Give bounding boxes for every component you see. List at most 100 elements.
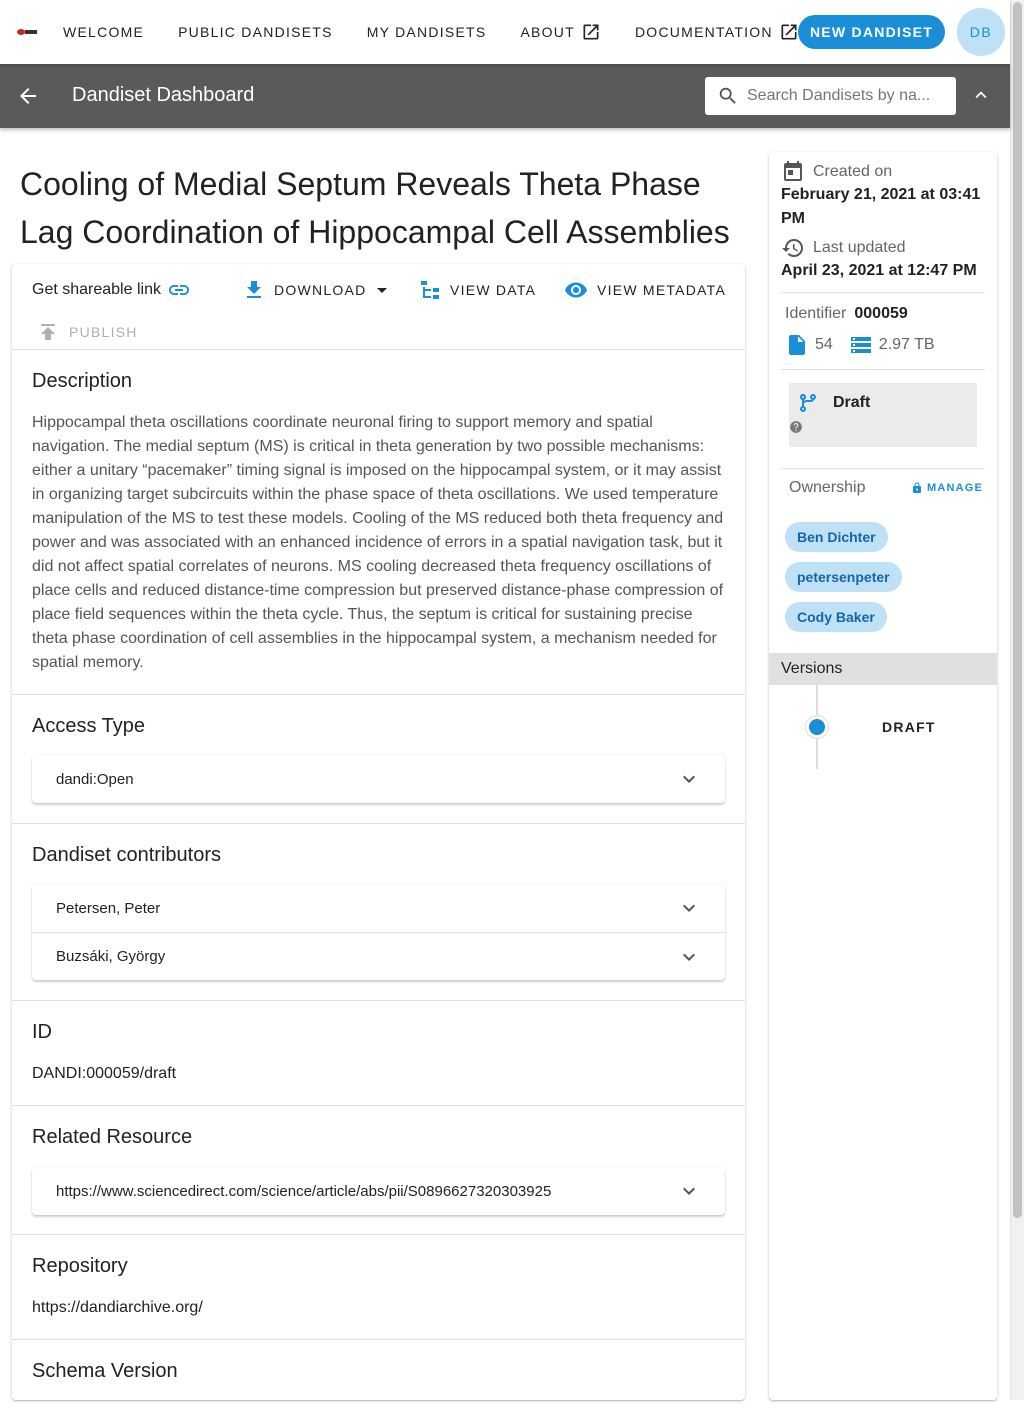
stats-row: 54 2.97 TB bbox=[785, 333, 935, 357]
id-section: ID DANDI:000059/draft bbox=[12, 1001, 745, 1106]
divider bbox=[781, 292, 985, 293]
related-resource-panel[interactable]: https://www.sciencedirect.com/science/ar… bbox=[32, 1167, 725, 1215]
repository-value[interactable]: https://dandiarchive.org/ bbox=[32, 1299, 725, 1317]
eye-icon bbox=[565, 282, 587, 298]
chevron-up-icon[interactable] bbox=[970, 84, 992, 111]
view-data-label: VIEW DATA bbox=[450, 282, 537, 298]
dashboard-toolbar: Dandiset Dashboard bbox=[0, 64, 1010, 128]
download-icon bbox=[247, 281, 261, 298]
nav-welcome[interactable]: WELCOME bbox=[46, 0, 161, 64]
contributor-row[interactable]: Buzsáki, György bbox=[32, 932, 725, 980]
access-type-panel[interactable]: dandi:Open bbox=[32, 755, 725, 803]
repository-section: Repository https://dandiarchive.org/ bbox=[12, 1235, 745, 1340]
version-status-panel: Draft bbox=[789, 383, 977, 447]
download-label: DOWNLOAD bbox=[274, 282, 367, 298]
repository-heading: Repository bbox=[32, 1255, 128, 1277]
contributor-row[interactable]: Petersen, Peter bbox=[32, 884, 725, 932]
owner-chip: Ben Dichter bbox=[785, 522, 888, 552]
contributor-name: Petersen, Peter bbox=[56, 899, 161, 917]
access-type-section: Access Type dandi:Open bbox=[12, 695, 745, 824]
dandiset-details-card: Get shareable link DOWNLOAD VIEW DATA VI… bbox=[12, 264, 745, 1400]
schema-version-section: Schema Version bbox=[12, 1340, 745, 1420]
toolbar-title: Dandiset Dashboard bbox=[72, 84, 255, 106]
version-draft-button[interactable]: DRAFT bbox=[882, 719, 936, 735]
storage-icon bbox=[850, 337, 871, 353]
access-type-value: dandi:Open bbox=[56, 770, 134, 788]
file-icon bbox=[789, 335, 805, 355]
search-icon bbox=[719, 87, 736, 104]
updated-value: April 23, 2021 at 12:47 PM bbox=[781, 262, 977, 279]
publish-button[interactable]: PUBLISH bbox=[36, 320, 138, 344]
back-arrow-icon[interactable] bbox=[16, 84, 40, 113]
access-type-row[interactable]: dandi:Open bbox=[32, 755, 725, 803]
download-button[interactable]: DOWNLOAD bbox=[242, 278, 394, 302]
search-box[interactable] bbox=[705, 77, 956, 115]
related-resource-section: Related Resource https://www.sciencedire… bbox=[12, 1106, 745, 1235]
description-heading: Description bbox=[32, 370, 133, 392]
page-scrollbar[interactable] bbox=[1010, 0, 1024, 1400]
updated-row: Last updated bbox=[781, 236, 906, 260]
nav-documentation-label: DOCUMENTATION bbox=[634, 24, 773, 40]
file-tree-icon bbox=[421, 281, 439, 299]
nav-about[interactable]: ABOUT bbox=[503, 0, 617, 64]
app-bar: WELCOME PUBLIC DANDISETS MY DANDISETS AB… bbox=[0, 0, 1010, 64]
action-bar: Get shareable link DOWNLOAD VIEW DATA VI… bbox=[12, 264, 745, 350]
chevron-down-icon[interactable] bbox=[677, 1179, 701, 1203]
updated-label: Last updated bbox=[813, 239, 906, 256]
description-text: Hippocampal theta oscillations coordinat… bbox=[32, 414, 724, 671]
view-data-button[interactable]: VIEW DATA bbox=[418, 278, 536, 302]
contributors-panel: Petersen, Peter Buzsáki, György bbox=[32, 884, 725, 980]
ownership-label: Ownership bbox=[789, 479, 866, 496]
divider bbox=[781, 468, 985, 469]
view-metadata-button[interactable]: VIEW METADATA bbox=[564, 278, 726, 302]
contributors-heading: Dandiset contributors bbox=[32, 844, 221, 866]
owner-chip: petersenpeter bbox=[785, 562, 902, 592]
id-value: DANDI:000059/draft bbox=[32, 1065, 177, 1082]
versions-label: Versions bbox=[781, 660, 843, 677]
open-in-new-icon bbox=[781, 24, 797, 40]
nav-documentation[interactable]: DOCUMENTATION bbox=[618, 0, 816, 64]
dandi-logo[interactable] bbox=[16, 27, 38, 37]
nav-about-label: ABOUT bbox=[520, 24, 575, 40]
history-icon bbox=[782, 239, 803, 257]
contributors-section: Dandiset contributors Petersen, Peter Bu… bbox=[12, 824, 745, 1001]
nav-welcome-label: WELCOME bbox=[63, 24, 145, 40]
shareable-link-button[interactable]: Get shareable link bbox=[32, 278, 191, 302]
nav-public-dandisets[interactable]: PUBLIC DANDISETS bbox=[161, 0, 350, 64]
chevron-down-icon[interactable] bbox=[677, 945, 701, 969]
user-avatar[interactable]: DB bbox=[957, 8, 1005, 56]
calendar-icon bbox=[784, 161, 802, 181]
created-value: February 21, 2021 at 03:41 PM bbox=[781, 186, 981, 227]
help-icon[interactable] bbox=[789, 420, 803, 434]
description-section: Description Hippocampal theta oscillatio… bbox=[12, 350, 745, 695]
manage-owners-button[interactable]: MANAGE bbox=[911, 482, 983, 494]
created-row: Created on bbox=[781, 160, 892, 184]
dandiset-info-sidebar: Created on February 21, 2021 at 03:41 PM… bbox=[769, 152, 997, 1400]
identifier-row: Identifier 000059 bbox=[785, 302, 908, 326]
caret-down-icon bbox=[377, 288, 388, 293]
chevron-down-icon[interactable] bbox=[677, 896, 701, 920]
publish-label: PUBLISH bbox=[69, 324, 138, 340]
scrollbar-thumb[interactable] bbox=[1013, 2, 1022, 1218]
created-label: Created on bbox=[813, 163, 893, 180]
related-resource-url[interactable]: https://www.sciencedirect.com/science/ar… bbox=[56, 1183, 551, 1200]
owner-chip: Cody Baker bbox=[785, 602, 887, 632]
contributor-name: Buzsáki, György bbox=[56, 948, 166, 965]
related-resource-heading: Related Resource bbox=[32, 1126, 193, 1148]
search-input[interactable] bbox=[747, 87, 947, 105]
new-dandiset-button[interactable]: NEW DANDISET bbox=[798, 15, 945, 49]
identifier-value: 000059 bbox=[854, 305, 908, 322]
lock-icon bbox=[913, 482, 921, 493]
access-type-heading: Access Type bbox=[32, 715, 146, 737]
related-resource-row[interactable]: https://www.sciencedirect.com/science/ar… bbox=[32, 1167, 725, 1215]
version-timeline-dot[interactable] bbox=[806, 716, 828, 738]
nav-public-dandisets-label: PUBLIC DANDISETS bbox=[178, 24, 333, 40]
chevron-down-icon[interactable] bbox=[677, 767, 701, 791]
schema-version-heading: Schema Version bbox=[32, 1360, 178, 1382]
link-icon bbox=[168, 285, 189, 295]
source-branch-icon bbox=[799, 394, 816, 412]
versions-header: Versions bbox=[769, 653, 997, 685]
nav-my-dandisets[interactable]: MY DANDISETS bbox=[350, 0, 504, 64]
open-in-new-icon bbox=[583, 24, 599, 40]
total-size: 2.97 TB bbox=[878, 336, 935, 353]
